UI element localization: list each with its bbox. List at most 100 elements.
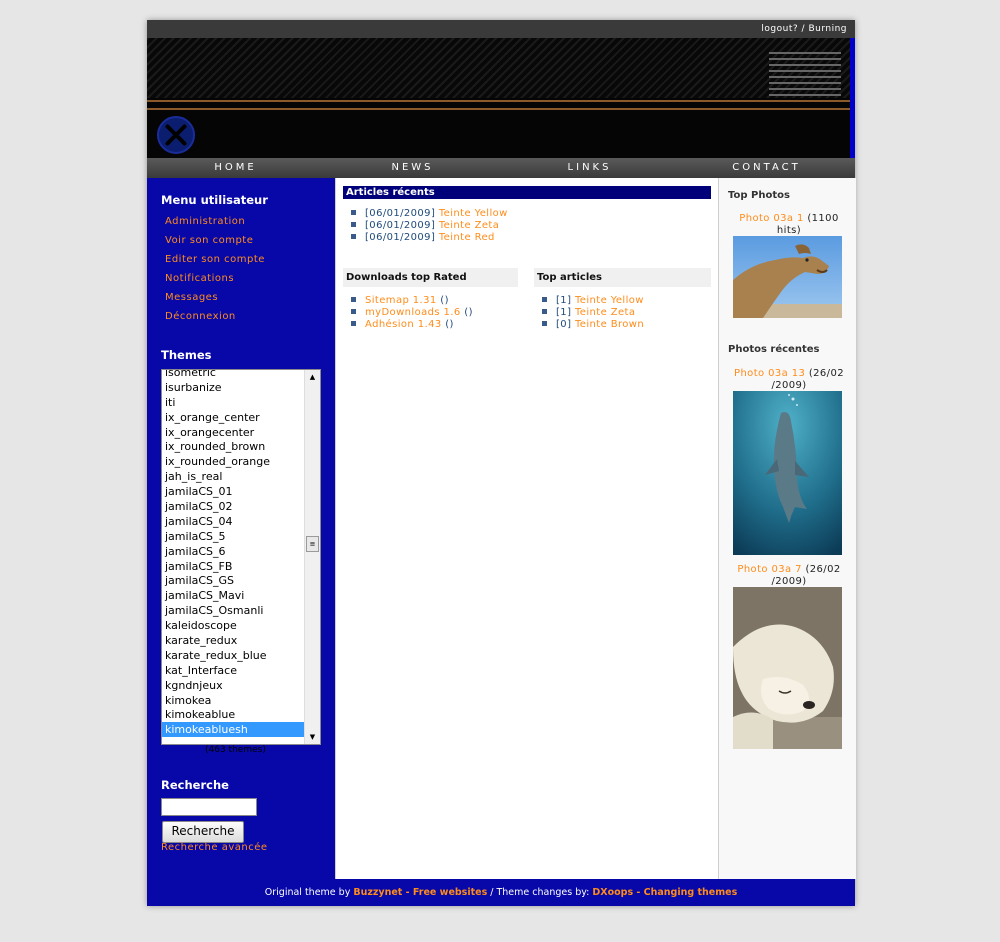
nav-contact[interactable]: CONTACT [678, 158, 855, 178]
list-item: [0] Teinte Brown [542, 319, 644, 331]
themes-options: isometric isurbanize iti ix_orange_center ix… [162, 370, 304, 738]
theme-option[interactable]: kimokeabluesh [162, 722, 304, 738]
theme-option[interactable]: jamilaCS_02 [162, 499, 304, 514]
theme-option[interactable]: kimokea [162, 693, 304, 708]
menu-messages[interactable]: Messages [165, 292, 265, 311]
list-item: [06/01/2009] Teinte Red [351, 232, 508, 244]
article-date: [06/01/2009] [365, 208, 436, 219]
camel-photo[interactable] [733, 236, 842, 318]
themes-listbox[interactable]: isometric isurbanize iti ix_orange_center ix… [161, 369, 321, 745]
header-line [147, 108, 855, 110]
theme-option[interactable]: kaleidoscope [162, 618, 304, 633]
article-date: [06/01/2009] [365, 232, 436, 243]
theme-option[interactable]: kgndnjeux [162, 678, 304, 693]
list-item: [06/01/2009] Teinte Zeta [351, 220, 508, 232]
username-link[interactable]: Burning [808, 24, 847, 34]
theme-option[interactable]: isurbanize [162, 380, 304, 395]
article-link[interactable]: Teinte Zeta [575, 307, 635, 318]
downloads-top-title: Downloads top Rated [343, 268, 518, 287]
top-articles-list: [1] Teinte Yellow [1] Teinte Zeta [0] Te… [542, 295, 644, 331]
theme-option[interactable]: jamilaCS_Osmanli [162, 603, 304, 618]
list-item: myDownloads 1.6 () [351, 307, 473, 319]
theme-option[interactable]: kimokeablue [162, 707, 304, 722]
article-link[interactable]: Teinte Red [439, 232, 495, 243]
photo-link[interactable]: Photo 03a 1 [739, 213, 804, 224]
scroll-down-icon[interactable]: ▼ [305, 730, 320, 744]
nav-links[interactable]: LINKS [501, 158, 678, 178]
download-link[interactable]: myDownloads 1.6 [365, 307, 461, 318]
theme-option[interactable]: jamilaCS_6 [162, 544, 304, 559]
list-item: Adhésion 1.43 () [351, 319, 473, 331]
scroll-up-icon[interactable]: ▲ [305, 370, 320, 384]
dolphin-photo[interactable] [733, 391, 842, 555]
logout-link[interactable]: logout? [761, 24, 798, 34]
photo-link[interactable]: Photo 03a 13 [734, 368, 805, 379]
theme-option[interactable]: iti [162, 395, 304, 410]
article-link[interactable]: Teinte Zeta [439, 220, 499, 231]
footer-link-dxoops[interactable]: DXoops - Changing themes [592, 887, 737, 898]
theme-option[interactable]: jamilaCS_5 [162, 529, 304, 544]
search-title: Recherche [161, 778, 229, 792]
menu-view-account[interactable]: Voir son compte [165, 235, 265, 254]
right-sidebar: Top Photos Photo 03a 1 (1100 hits) Photos… [718, 178, 856, 879]
theme-option[interactable]: kat_Interface [162, 663, 304, 678]
header-edge [850, 38, 855, 158]
main-content: Articles récents [06/01/2009] Teinte Yel… [335, 178, 718, 879]
theme-option[interactable]: karate_redux [162, 633, 304, 648]
scroll-thumb[interactable]: ≡ [306, 536, 319, 552]
theme-option[interactable]: karate_redux_blue [162, 648, 304, 663]
top-articles-title: Top articles [534, 268, 711, 287]
list-item: Sitemap 1.31 () [351, 295, 473, 307]
themes-count: (463 themes) [205, 745, 266, 755]
nav-news[interactable]: NEWS [324, 158, 501, 178]
article-link[interactable]: Teinte Yellow [575, 295, 644, 306]
theme-option[interactable]: isometric [162, 370, 304, 380]
list-item: [06/01/2009] Teinte Yellow [351, 208, 508, 220]
menu-notifications[interactable]: Notifications [165, 273, 265, 292]
site-footer: Original theme by Buzzynet - Free websit… [147, 879, 855, 906]
user-links: logout? / Burning [761, 24, 847, 34]
search-button[interactable]: Recherche [162, 821, 244, 843]
theme-option[interactable]: jah_is_real [162, 469, 304, 484]
advanced-search-link[interactable]: Recherche avancée [161, 842, 268, 853]
theme-option[interactable]: jamilaCS_Mavi [162, 588, 304, 603]
separator: / [801, 24, 806, 34]
theme-option[interactable]: jamilaCS_GS [162, 573, 304, 588]
themes-scrollbar[interactable]: ▲ ≡ ▼ [304, 370, 320, 744]
article-date: [06/01/2009] [365, 220, 436, 231]
downloads-list: Sitemap 1.31 () myDownloads 1.6 () Adhés… [351, 295, 473, 331]
footer-link-buzzynet[interactable]: Buzzynet - Free websites [353, 887, 487, 898]
user-menu: Administration Voir son compte Editer so… [165, 216, 265, 330]
menu-edit-account[interactable]: Editer son compte [165, 254, 265, 273]
theme-option[interactable]: jamilaCS_01 [162, 484, 304, 499]
themes-title: Themes [161, 348, 212, 362]
site-logo-icon[interactable] [157, 116, 195, 154]
photo-caption: Photo 03a 7 (26/02/2009) [737, 564, 841, 587]
list-item: [1] Teinte Yellow [542, 295, 644, 307]
search-input[interactable] [161, 798, 257, 816]
recent-articles-list: [06/01/2009] Teinte Yellow [06/01/2009] … [351, 208, 508, 244]
theme-option[interactable]: ix_orange_center [162, 410, 304, 425]
list-item: [1] Teinte Zeta [542, 307, 644, 319]
menu-logout[interactable]: Déconnexion [165, 311, 265, 330]
header-line [147, 100, 855, 102]
theme-option[interactable]: ix_orangecenter [162, 425, 304, 440]
article-link[interactable]: Teinte Yellow [439, 208, 508, 219]
header-decor-text [769, 52, 841, 100]
theme-option[interactable]: jamilaCS_04 [162, 514, 304, 529]
main-nav: HOME NEWS LINKS CONTACT [147, 158, 855, 178]
nav-home[interactable]: HOME [147, 158, 324, 178]
download-link[interactable]: Sitemap 1.31 [365, 295, 437, 306]
user-menu-title: Menu utilisateur [161, 193, 268, 207]
photo-link[interactable]: Photo 03a 7 [737, 564, 802, 575]
theme-option[interactable]: ix_rounded_brown [162, 439, 304, 454]
download-link[interactable]: Adhésion 1.43 [365, 319, 442, 330]
polar-bear-photo[interactable] [733, 587, 842, 749]
menu-administration[interactable]: Administration [165, 216, 265, 235]
theme-option[interactable]: jamilaCS_FB [162, 559, 304, 574]
theme-option[interactable]: ix_rounded_orange [162, 454, 304, 469]
top-photos-title: Top Photos [728, 190, 790, 201]
article-link[interactable]: Teinte Brown [575, 319, 644, 330]
photo-caption: Photo 03a 1 (1100 hits) [739, 213, 839, 236]
page-wrapper: logout? / Burning HOME NEWS LINKS CONTAC… [147, 20, 856, 906]
